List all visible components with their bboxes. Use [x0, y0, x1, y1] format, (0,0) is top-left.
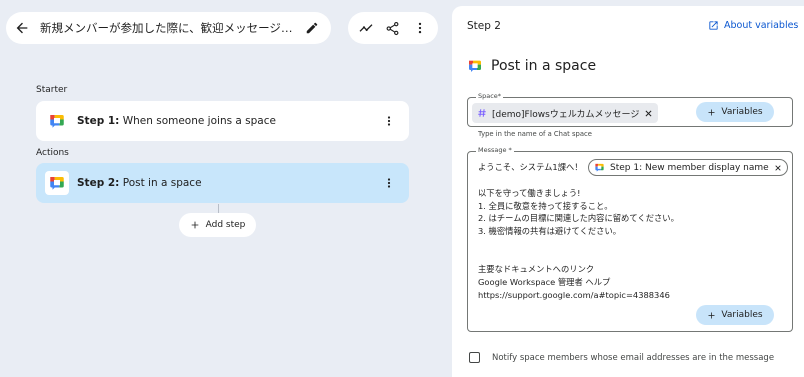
close-icon[interactable] [774, 164, 782, 172]
share-button[interactable] [380, 15, 406, 41]
message-field[interactable]: Message * ようこそ、システム1課へ！ Step 1: New memb… [467, 146, 793, 332]
step-2-menu-button[interactable] [381, 171, 397, 195]
step-2-label: Post in a space [122, 177, 202, 189]
space-variables-button[interactable]: Variables [696, 102, 774, 122]
flow-title[interactable]: 新規メンバーが参加した際に、歓迎メッセージとチーム... [40, 20, 298, 36]
edit-title-button[interactable] [298, 14, 326, 42]
message-line-1: 以下を守って働きましょう! [478, 188, 581, 198]
message-doc-line-1: 主要なドキュメントへのリンク [478, 264, 595, 274]
google-chat-logo [45, 171, 69, 195]
about-variables-link[interactable]: About variables [708, 20, 798, 31]
google-chat-icon [594, 162, 605, 173]
message-variables-label: Variables [721, 310, 763, 320]
message-doc-line-3: https://support.google.com/a#topic=43883… [478, 290, 670, 300]
space-variables-label: Variables [721, 107, 763, 117]
plus-icon [708, 109, 715, 115]
arrow-back-icon [16, 22, 28, 34]
step-card-1[interactable]: Step 1: When someone joins a space [36, 101, 409, 141]
flow-title-bar: 新規メンバーが参加した際に、歓迎メッセージとチーム... [6, 12, 331, 44]
message-greeting: ようこそ、システム1課へ！ [478, 162, 583, 172]
notify-checkbox[interactable] [469, 352, 480, 363]
step-1-menu-button[interactable] [381, 109, 397, 133]
plus-icon [191, 221, 198, 229]
step-2-prefix: Step 2: [77, 177, 120, 189]
activity-icon [359, 24, 373, 32]
notify-label: Notify space members whose email address… [492, 352, 775, 363]
add-step-button[interactable]: Add step [179, 213, 256, 237]
space-field-label: Space* [476, 92, 504, 100]
message-doc-line-2: Google Workspace 管理者 ヘルプ [478, 277, 611, 287]
step-1-label: When someone joins a space [122, 115, 276, 127]
space-field-hint: Type in the name of a Chat space [478, 130, 592, 138]
space-field[interactable]: Space* [demo]Flowsウェルカムメッセージ Variables [467, 92, 793, 127]
message-line-4: 3. 機密情報の共有は避けてください。 [478, 226, 622, 236]
message-variable-chip-label: Step 1: New member display name [610, 162, 769, 173]
starter-section-label: Starter [36, 85, 68, 95]
step-2-text: Step 2: Post in a space [77, 177, 381, 189]
panel-step-label: Step 2 [467, 20, 501, 32]
more-options-button[interactable] [407, 15, 433, 41]
edit-pencil-icon [306, 22, 318, 34]
activity-button[interactable] [353, 15, 379, 41]
close-icon[interactable] [644, 109, 653, 118]
message-variables-button[interactable]: Variables [696, 305, 774, 325]
actions-section-label: Actions [36, 148, 69, 158]
google-chat-icon [48, 112, 66, 130]
message-variable-chip[interactable]: Step 1: New member display name [588, 159, 788, 176]
message-line-3: 2. はチームの目標に関連した内容に留めてください。 [478, 213, 679, 223]
message-field-label: Message * [476, 146, 514, 154]
more-vert-icon [387, 178, 391, 188]
message-line-2: 1. 全員に敬意を持って接すること。 [478, 201, 613, 211]
flow-tools [348, 12, 438, 44]
more-vert-icon [419, 22, 422, 34]
google-chat-icon [467, 58, 483, 74]
panel-title: Post in a space [491, 58, 597, 74]
panel-title-row: Post in a space [467, 58, 596, 74]
back-button[interactable] [6, 12, 38, 44]
share-icon [387, 21, 399, 35]
space-chip[interactable]: [demo]Flowsウェルカムメッセージ [472, 103, 659, 123]
notify-option: Notify space members whose email address… [469, 352, 774, 363]
more-vert-icon [387, 116, 391, 126]
about-variables-label: About variables [724, 20, 799, 31]
plus-icon [708, 312, 715, 318]
step-1-text: Step 1: When someone joins a space [77, 115, 381, 127]
open-in-new-icon [709, 21, 718, 30]
google-chat-icon [48, 174, 66, 192]
add-step-label: Add step [205, 220, 246, 230]
google-chat-logo [45, 109, 69, 133]
space-chip-label: [demo]Flowsウェルカムメッセージ [492, 109, 640, 120]
step-1-prefix: Step 1: [77, 115, 120, 127]
step-card-2[interactable]: Step 2: Post in a space [36, 163, 409, 203]
space-hash-icon [478, 109, 486, 117]
